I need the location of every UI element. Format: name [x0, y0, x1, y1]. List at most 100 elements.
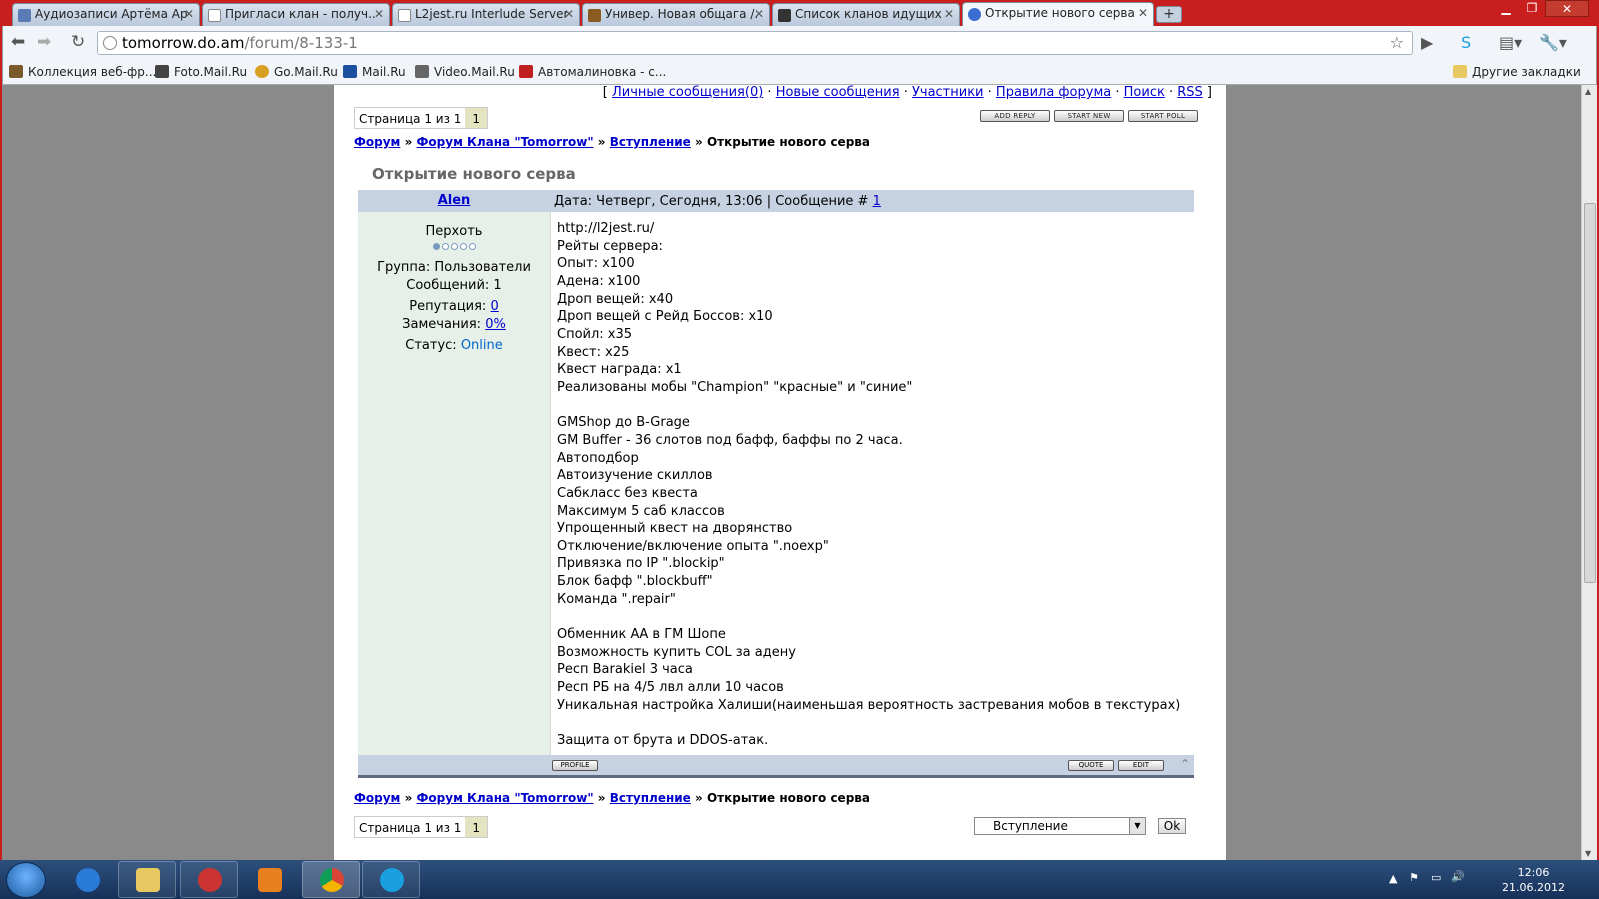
ucoz-favicon-icon — [968, 8, 981, 21]
tray-expand-icon[interactable]: ▲ — [1389, 872, 1397, 885]
taskbar-chrome[interactable] — [302, 861, 360, 898]
scroll-up-icon[interactable]: ▲ — [1585, 87, 1591, 96]
close-icon[interactable]: ✕ — [374, 7, 384, 21]
volume-icon[interactable]: 🔊 — [1451, 870, 1465, 883]
breadcrumb-clan-forum[interactable]: Форум Клана "Tomorrow" — [417, 791, 594, 805]
link-private-messages[interactable]: Личные сообщения(0) — [612, 85, 763, 100]
scroll-down-icon[interactable]: ▼ — [1585, 849, 1591, 858]
close-icon[interactable]: ✕ — [754, 7, 764, 21]
maximize-icon[interactable]: ❐ — [1519, 0, 1545, 17]
warnings-link[interactable]: 0% — [485, 317, 506, 332]
breadcrumb-forum[interactable]: Форум — [354, 135, 400, 149]
tab-strip: Аудиозаписи Артёма Ар... ✕ Пригласи клан… — [2, 0, 1597, 26]
clock[interactable]: 12:06 21.06.2012 — [1502, 865, 1565, 895]
clover-favicon-icon — [778, 9, 791, 22]
reputation-link[interactable]: 0 — [490, 299, 498, 314]
other-bookmarks[interactable]: Другие закладки — [1453, 65, 1581, 79]
start-poll-button[interactable]: START POLL — [1128, 110, 1198, 122]
bookmark-3[interactable]: Go.Mail.Ru — [255, 65, 338, 79]
start-button[interactable] — [6, 862, 46, 898]
play-icon[interactable]: ▶ — [1421, 33, 1433, 52]
clock-date: 21.06.2012 — [1502, 881, 1565, 894]
close-icon[interactable]: ✕ — [564, 7, 574, 21]
taskbar-explorer[interactable] — [118, 861, 176, 898]
breadcrumb-sep: » — [404, 791, 413, 805]
pager-current-page[interactable]: 1 — [465, 108, 488, 128]
post-number-link[interactable]: 1 — [873, 194, 881, 209]
reload-icon[interactable]: ↻ — [71, 34, 85, 51]
post-footer: PROFILE QUOTE EDIT ⌃ — [358, 755, 1194, 775]
bookmark-label: Foto.Mail.Ru — [174, 65, 248, 79]
mail-icon — [343, 65, 357, 78]
taskbar-media[interactable] — [240, 861, 298, 898]
tab-1-title: Аудиозаписи Артёма Ар... — [35, 7, 187, 21]
breadcrumb-sep: » — [695, 135, 703, 149]
skype-ext-icon[interactable]: S — [1461, 33, 1471, 52]
link-members[interactable]: Участники — [912, 85, 984, 100]
tab-5-title: Список кланов идущих ... — [795, 7, 947, 21]
breadcrumb-clan-forum[interactable]: Форум Клана "Tomorrow" — [417, 135, 594, 149]
car-icon — [519, 65, 533, 78]
bookmark-4[interactable]: Mail.Ru — [343, 65, 406, 79]
page-favicon-icon — [398, 9, 411, 22]
link-forum-rules[interactable]: Правила форума — [996, 85, 1111, 100]
breadcrumb-section[interactable]: Вступление — [610, 135, 691, 149]
new-tab-button[interactable]: + — [1156, 6, 1182, 23]
author-link[interactable]: Alen — [438, 193, 471, 208]
ok-button[interactable]: Ok — [1158, 818, 1186, 834]
chevron-down-icon[interactable]: ▼ — [1129, 818, 1145, 834]
bookmark-1[interactable]: Коллекция веб-фр... — [9, 65, 156, 79]
tab-1[interactable]: Аудиозаписи Артёма Ар... ✕ — [12, 3, 200, 26]
breadcrumb-current: Открытие нового серва — [706, 135, 870, 149]
minimize-icon[interactable]: ▁ — [1493, 0, 1519, 17]
bookmark-5[interactable]: Video.Mail.Ru — [415, 65, 515, 79]
forum-post: Alen Дата: Четверг, Сегодня, 13:06 | Соо… — [358, 190, 1194, 778]
bookmark-label: Go.Mail.Ru — [274, 65, 338, 79]
scrollbar-thumb[interactable] — [1584, 203, 1596, 583]
close-icon[interactable]: ✕ — [944, 7, 954, 21]
bookmark-6[interactable]: Автомалиновка - с... — [519, 65, 666, 79]
bookmark-2[interactable]: Foto.Mail.Ru — [155, 65, 247, 79]
chrome-icon — [320, 868, 344, 892]
forum-jump-select[interactable]: Вступление ▼ — [974, 817, 1146, 835]
system-tray: ▲ ⚑ ▭ 🔊 12:06 21.06.2012 — [1379, 860, 1599, 899]
quote-button[interactable]: QUOTE — [1068, 760, 1114, 771]
folder-icon — [1453, 65, 1467, 78]
close-icon[interactable]: ✕ — [184, 7, 194, 21]
breadcrumb-forum[interactable]: Форум — [354, 791, 400, 805]
address-bar[interactable]: tomorrow.do.am/forum/8-133-1 ☆ — [97, 31, 1413, 55]
back-arrow-icon[interactable]: ⬅ — [11, 34, 25, 51]
close-window-icon[interactable]: ✕ — [1545, 0, 1589, 17]
author-group: Группа: Пользователи — [377, 260, 531, 275]
taskbar-skype[interactable] — [362, 861, 420, 898]
link-rss[interactable]: RSS — [1177, 85, 1203, 100]
pager-current-page[interactable]: 1 — [465, 817, 488, 837]
taskbar-ie[interactable] — [58, 861, 116, 898]
taskbar-app3[interactable] — [180, 861, 238, 898]
link-new-messages[interactable]: Новые сообщения — [776, 85, 900, 100]
post-author: Alen — [358, 190, 550, 208]
star-icon[interactable]: ☆ — [1390, 33, 1404, 52]
wrench-icon[interactable]: 🔧▾ — [1539, 33, 1567, 52]
tab-5[interactable]: Список кланов идущих ... ✕ — [772, 3, 960, 26]
tab-4[interactable]: Универ. Новая общага /... ✕ — [582, 3, 770, 26]
network-flag-icon[interactable]: ⚑ — [1409, 871, 1419, 884]
forward-arrow-icon[interactable]: ➡ — [37, 34, 51, 51]
page-menu-icon[interactable]: ▤▾ — [1499, 33, 1522, 52]
add-reply-button[interactable]: ADD REPLY — [980, 110, 1050, 122]
profile-button[interactable]: PROFILE — [552, 760, 598, 771]
tab-2[interactable]: Пригласи клан - получ... ✕ — [202, 3, 390, 26]
vertical-scrollbar[interactable]: ▲ ▼ — [1581, 85, 1597, 860]
tab-3[interactable]: L2jest.ru Interlude Server ... ✕ — [392, 3, 580, 26]
page-viewport: [ Личные сообщения(0) · Новые сообщения … — [2, 85, 1597, 860]
monitor-icon[interactable]: ▭ — [1431, 871, 1441, 884]
edit-button[interactable]: EDIT — [1118, 760, 1164, 771]
breadcrumb-sep: » — [597, 135, 606, 149]
scroll-top-icon[interactable]: ⌃ — [1180, 757, 1190, 771]
breadcrumb-section[interactable]: Вступление — [610, 791, 691, 805]
close-icon[interactable]: ✕ — [1138, 6, 1148, 20]
bookmark-label: Автомалиновка - с... — [538, 65, 667, 79]
start-new-button[interactable]: START NEW — [1054, 110, 1124, 122]
link-search[interactable]: Поиск — [1124, 85, 1165, 100]
tab-6-active[interactable]: Открытие нового серва ... ✕ — [962, 2, 1154, 26]
